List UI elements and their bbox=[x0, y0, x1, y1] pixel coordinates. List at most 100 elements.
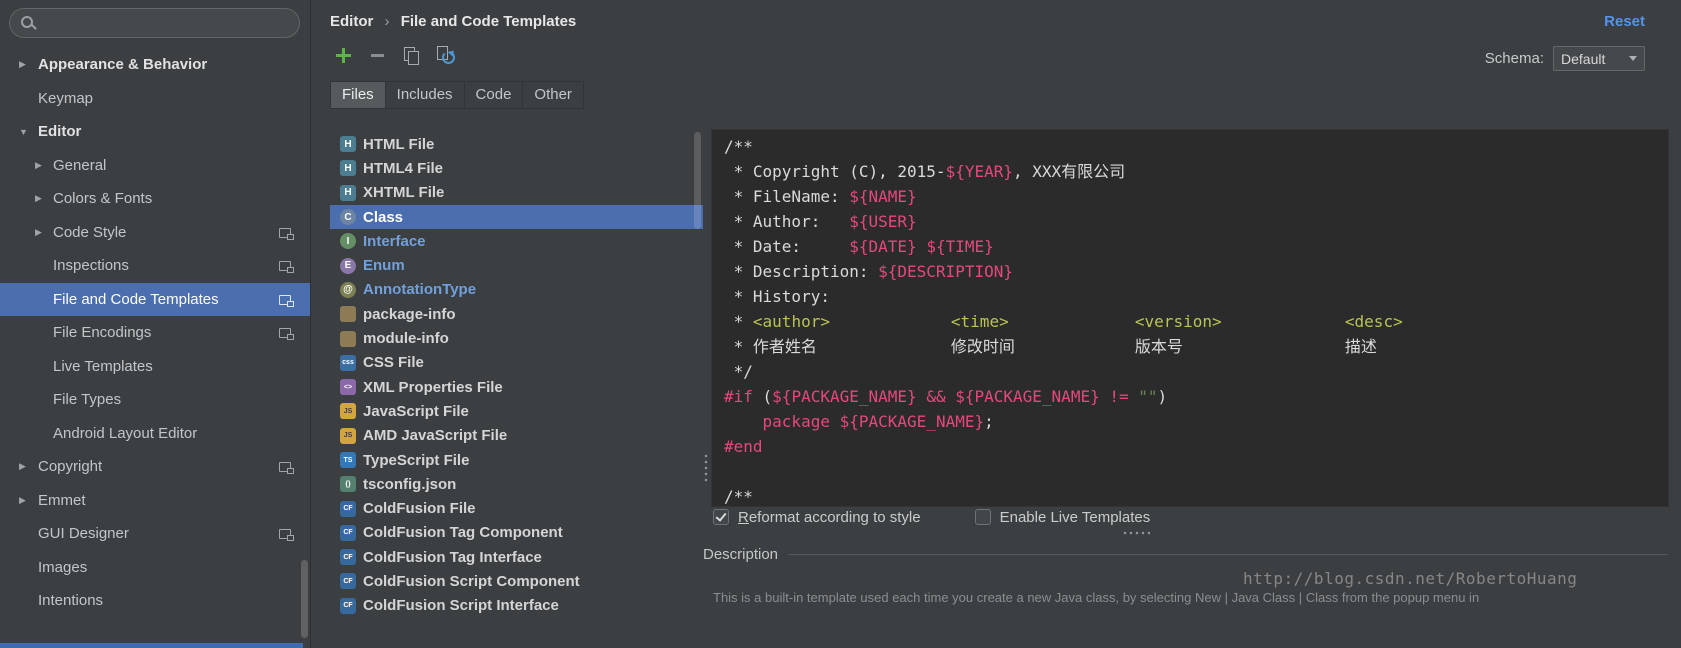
template-item-xml-properties-file[interactable]: <>XML Properties File bbox=[330, 375, 703, 399]
code-token: 描述 bbox=[1345, 337, 1377, 356]
template-item-coldfusion-file[interactable]: CFColdFusion File bbox=[330, 496, 703, 520]
template-item-label: AnnotationType bbox=[363, 281, 476, 298]
chevron-right-icon[interactable]: ▶ bbox=[35, 160, 42, 171]
template-item-label: Interface bbox=[363, 233, 426, 250]
code-token: /** bbox=[724, 137, 753, 156]
minus-icon bbox=[371, 54, 384, 57]
sidebar-item-android-layout-editor[interactable]: Android Layout Editor bbox=[0, 417, 310, 451]
sidebar-item-file-and-code-templates[interactable]: File and Code Templates bbox=[0, 283, 310, 317]
template-item-label: HTML4 File bbox=[363, 160, 443, 177]
template-item-coldfusion-script-component[interactable]: CFColdFusion Script Component bbox=[330, 569, 703, 593]
code-line: #if (${PACKAGE_NAME} && ${PACKAGE_NAME} … bbox=[724, 384, 1668, 409]
sidebar-item-emmet[interactable]: ▶Emmet bbox=[0, 484, 310, 518]
code-token: #if bbox=[724, 387, 753, 406]
sidebar-item-inspections[interactable]: Inspections bbox=[0, 249, 310, 283]
sidebar-item-copyright[interactable]: ▶Copyright bbox=[0, 450, 310, 484]
template-item-label: ColdFusion Script Component bbox=[363, 573, 580, 590]
code-line: * Date: ${DATE} ${TIME} bbox=[724, 234, 1668, 259]
template-editor[interactable]: /** * Copyright (C), 2015-${YEAR}, XXX有限… bbox=[711, 129, 1669, 507]
javascript-file-file-icon: JS bbox=[340, 403, 356, 419]
tab-other[interactable]: Other bbox=[523, 82, 583, 108]
template-item-coldfusion-script-interface[interactable]: CFColdFusion Script Interface bbox=[330, 594, 703, 618]
chevron-right-icon[interactable]: ▶ bbox=[35, 193, 42, 204]
sidebar-item-label: File Types bbox=[0, 391, 121, 408]
template-list-scrollbar[interactable] bbox=[694, 132, 701, 229]
template-item-package-info[interactable]: package-info bbox=[330, 302, 703, 326]
template-item-label: ColdFusion Script Interface bbox=[363, 597, 559, 614]
module-info-file-icon bbox=[340, 331, 356, 347]
sidebar-item-label: Keymap bbox=[0, 90, 93, 107]
template-item-amd-javascript-file[interactable]: JSAMD JavaScript File bbox=[330, 424, 703, 448]
sidebar-item-colors-fonts[interactable]: ▶Colors & Fonts bbox=[0, 182, 310, 216]
code-token bbox=[724, 412, 763, 431]
chevron-right-icon[interactable]: ▶ bbox=[35, 227, 42, 238]
splitter-grip[interactable] bbox=[704, 453, 708, 485]
tab-files[interactable]: Files bbox=[331, 82, 386, 108]
schema-select[interactable]: Default bbox=[1553, 46, 1645, 71]
reset-link[interactable]: Reset bbox=[1604, 13, 1645, 30]
description-splitter-grip[interactable] bbox=[1122, 531, 1150, 535]
template-item-xhtml-file[interactable]: HXHTML File bbox=[330, 181, 703, 205]
code-token: 修改时间 bbox=[951, 334, 1135, 359]
code-token: ${PACKAGE_NAME} bbox=[772, 387, 917, 406]
template-item-html-file[interactable]: HHTML File bbox=[330, 132, 703, 156]
chevron-right-icon[interactable]: ▶ bbox=[19, 495, 26, 506]
sidebar-item-appearance-behavior[interactable]: ▶Appearance & Behavior bbox=[0, 48, 310, 82]
enum-file-icon: E bbox=[340, 258, 356, 274]
reset-to-default-button[interactable] bbox=[434, 44, 456, 66]
chevron-right-icon[interactable]: ▶ bbox=[19, 59, 26, 70]
template-item-typescript-file[interactable]: TSTypeScript File bbox=[330, 448, 703, 472]
live-templates-label[interactable]: Enable Live Templates bbox=[1000, 509, 1151, 526]
template-item-coldfusion-tag-component[interactable]: CFColdFusion Tag Component bbox=[330, 521, 703, 545]
template-item-annotationtype[interactable]: @ AnnotationType bbox=[330, 278, 703, 302]
template-item-javascript-file[interactable]: JSJavaScript File bbox=[330, 399, 703, 423]
annotationtype-file-icon: @ bbox=[340, 282, 356, 298]
template-item-css-file[interactable]: cssCSS File bbox=[330, 351, 703, 375]
sidebar-item-live-templates[interactable]: Live Templates bbox=[0, 350, 310, 384]
interface-file-icon: I bbox=[340, 233, 356, 249]
template-item-module-info[interactable]: module-info bbox=[330, 326, 703, 350]
sidebar-item-file-encodings[interactable]: File Encodings bbox=[0, 316, 310, 350]
sidebar-item-gui-designer[interactable]: GUI Designer bbox=[0, 517, 310, 551]
copy-template-button[interactable] bbox=[400, 44, 422, 66]
sidebar-item-code-style[interactable]: ▶Code Style bbox=[0, 216, 310, 250]
tab-includes[interactable]: Includes bbox=[386, 82, 465, 108]
sidebar-item-file-types[interactable]: File Types bbox=[0, 383, 310, 417]
code-token: ; bbox=[984, 412, 994, 431]
sidebar-item-keymap[interactable]: Keymap bbox=[0, 82, 310, 116]
template-item-html4-file[interactable]: HHTML4 File bbox=[330, 156, 703, 180]
copy-icon bbox=[403, 47, 420, 64]
code-token: /** bbox=[724, 487, 753, 506]
template-item-interface[interactable]: I Interface bbox=[330, 229, 703, 253]
sidebar-item-general[interactable]: ▶General bbox=[0, 149, 310, 183]
reformat-checkbox[interactable] bbox=[713, 509, 729, 525]
reformat-label[interactable]: Reformat according to style bbox=[738, 509, 921, 526]
template-item-enum[interactable]: EEnum bbox=[330, 253, 703, 277]
description-text: This is a built-in template used each ti… bbox=[703, 590, 1668, 605]
code-token: <desc> bbox=[1345, 312, 1403, 331]
schema-control: Schema: Default bbox=[1485, 46, 1645, 71]
live-templates-checkbox[interactable] bbox=[975, 509, 991, 525]
chevron-down-icon[interactable]: ▼ bbox=[19, 127, 28, 137]
remove-template-button[interactable] bbox=[366, 44, 388, 66]
sidebar-item-images[interactable]: Images bbox=[0, 551, 310, 585]
sidebar-item-label: Intentions bbox=[0, 592, 103, 609]
template-item-tsconfig-json[interactable]: {}tsconfig.json bbox=[330, 472, 703, 496]
settings-search-input[interactable] bbox=[42, 11, 291, 37]
template-item-label: ColdFusion Tag Component bbox=[363, 524, 563, 541]
add-template-button[interactable] bbox=[332, 44, 354, 66]
sidebar-item-label: Android Layout Editor bbox=[0, 425, 197, 442]
shared-config-icon bbox=[279, 228, 291, 238]
sidebar-item-intentions[interactable]: Intentions bbox=[0, 584, 310, 618]
template-item-coldfusion-tag-interface[interactable]: CFColdFusion Tag Interface bbox=[330, 545, 703, 569]
code-token: */ bbox=[724, 362, 753, 381]
shared-config-icon bbox=[279, 261, 291, 271]
code-token: * Description: bbox=[724, 262, 878, 281]
sidebar-item-editor[interactable]: ▼Editor bbox=[0, 115, 310, 149]
sidebar-scrollbar[interactable] bbox=[301, 560, 308, 638]
template-item-class[interactable]: CClass bbox=[330, 205, 703, 229]
settings-search[interactable] bbox=[9, 8, 300, 38]
chevron-right-icon[interactable]: ▶ bbox=[19, 461, 26, 472]
tab-code[interactable]: Code bbox=[465, 82, 524, 108]
chevron-down-icon bbox=[1629, 56, 1637, 61]
